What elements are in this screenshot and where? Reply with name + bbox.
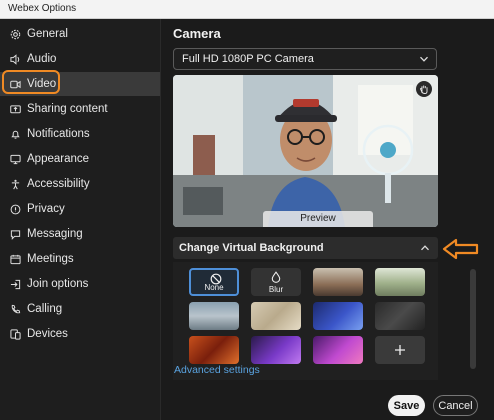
camera-preview-image [173, 75, 438, 227]
privacy-icon [9, 203, 21, 215]
sidebar-item-label: Audio [27, 53, 57, 65]
background-tile-none[interactable]: None [189, 268, 239, 296]
sidebar-item-label: Calling [27, 303, 63, 315]
background-tile-blur[interactable]: Blur [251, 268, 301, 296]
chat-icon [9, 228, 21, 240]
virtual-background-title: Change Virtual Background [179, 242, 324, 254]
share-icon [9, 103, 21, 115]
sidebar-item-meetings[interactable]: Meetings [0, 247, 160, 271]
sidebar-item-label: Appearance [27, 153, 90, 165]
palette-icon [9, 153, 21, 165]
sidebar-item-label: Sharing content [27, 103, 108, 115]
background-tile-image[interactable] [313, 268, 363, 296]
sidebar-item-general[interactable]: General [0, 22, 160, 46]
background-tile-image[interactable] [189, 336, 239, 364]
chevron-up-icon[interactable] [420, 243, 430, 253]
background-tile-image[interactable] [313, 302, 363, 330]
sidebar-item-messaging[interactable]: Messaging [0, 222, 160, 246]
sidebar-item-label: Video [27, 78, 57, 90]
sidebar-item-label: Join options [27, 278, 89, 290]
plus-icon [395, 345, 405, 355]
advanced-settings-link[interactable]: Advanced settings [174, 364, 260, 376]
save-button[interactable]: Save [388, 395, 425, 416]
camera-dropdown[interactable]: Full HD 1080P PC Camera [173, 48, 437, 70]
sidebar-item-notifications[interactable]: Notifications [0, 122, 160, 146]
sidebar-item-sharing-content[interactable]: Sharing content [0, 97, 160, 121]
speaker-icon [9, 53, 21, 65]
preview-label: Preview [263, 211, 373, 227]
background-grid: None Blur [173, 262, 438, 380]
background-tile-image[interactable] [375, 302, 425, 330]
page-title: Camera [173, 26, 221, 41]
sidebar-item-calling[interactable]: Calling [0, 297, 160, 321]
bell-icon [9, 128, 21, 140]
blur-icon [271, 271, 281, 283]
hand-icon [419, 85, 428, 94]
camera-preview: Preview [173, 75, 438, 227]
accessibility-icon [9, 178, 21, 190]
main-panel: Camera Full HD 1080P PC Camera Preview C… [161, 19, 494, 420]
meetings-icon [9, 253, 21, 265]
sidebar-item-label: Messaging [27, 228, 83, 240]
devices-icon [9, 328, 21, 340]
sidebar-item-audio[interactable]: Audio [0, 47, 160, 71]
chevron-down-icon [420, 56, 428, 62]
cancel-button[interactable]: Cancel [433, 395, 478, 416]
sidebar-item-video[interactable]: Video [0, 72, 160, 96]
title-bar: Webex Options [0, 0, 494, 19]
sidebar-item-label: Accessibility [27, 178, 90, 190]
sidebar-item-label: Notifications [27, 128, 90, 140]
sidebar-item-appearance[interactable]: Appearance [0, 147, 160, 171]
virtual-background-header[interactable]: Change Virtual Background [173, 237, 438, 259]
background-tile-image[interactable] [251, 302, 301, 330]
camera-dropdown-value: Full HD 1080P PC Camera [182, 53, 314, 65]
window-title: Webex Options [8, 3, 77, 14]
sidebar-item-label: Privacy [27, 203, 65, 215]
gear-icon [9, 28, 21, 40]
phone-icon [9, 303, 21, 315]
background-tile-image[interactable] [313, 336, 363, 364]
sidebar-item-join-options[interactable]: Join options [0, 272, 160, 296]
add-background-button[interactable] [375, 336, 425, 364]
video-icon [9, 78, 21, 90]
tile-label: None [204, 283, 224, 292]
sidebar-item-devices[interactable]: Devices [0, 322, 160, 346]
sidebar-item-label: Meetings [27, 253, 74, 265]
background-tile-image[interactable] [251, 336, 301, 364]
join-icon [9, 278, 21, 290]
sidebar-item-label: General [27, 28, 68, 40]
sidebar-item-privacy[interactable]: Privacy [0, 197, 160, 221]
sidebar-item-accessibility[interactable]: Accessibility [0, 172, 160, 196]
sidebar-item-label: Devices [27, 328, 68, 340]
arrow-annotation [442, 238, 479, 260]
background-tile-image[interactable] [375, 268, 425, 296]
background-tile-image[interactable] [189, 302, 239, 330]
tile-label: Blur [268, 285, 284, 294]
sidebar: General Audio Video Sharing content Noti… [0, 19, 161, 420]
scrollbar[interactable] [470, 269, 476, 369]
hand-gesture-button[interactable] [416, 81, 432, 97]
